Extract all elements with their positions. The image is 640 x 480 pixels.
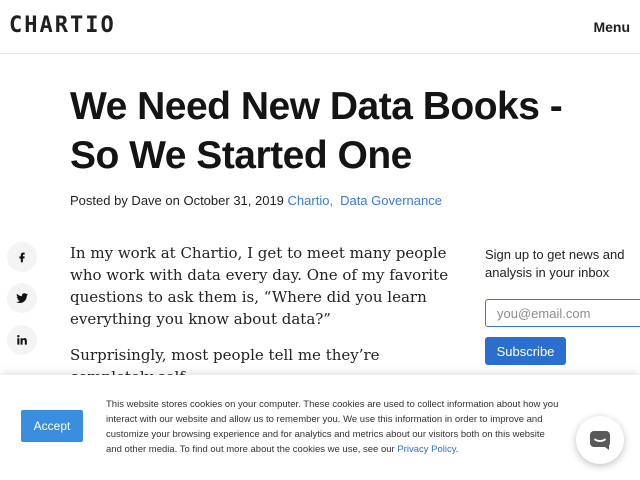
share-linkedin-button[interactable]	[7, 325, 37, 355]
chartio-logo[interactable]: CHARTIO	[9, 13, 116, 38]
category-link-data-governance[interactable]: Data Governance	[340, 193, 442, 208]
signup-prompt: Sign up to get news and analysis in your…	[485, 247, 625, 280]
accept-cookies-button[interactable]: Accept	[21, 410, 83, 442]
share-facebook-button[interactable]	[7, 242, 37, 272]
cookie-notice-body: This website stores cookies on your comp…	[106, 399, 559, 455]
share-twitter-button[interactable]	[7, 283, 37, 313]
category-separator: ,	[329, 193, 334, 208]
privacy-policy-link[interactable]: Privacy Policy	[397, 444, 455, 455]
article-paragraph: In my work at Chartio, I get to meet man…	[70, 244, 449, 328]
cookie-banner: Accept This website stores cookies on yo…	[0, 375, 640, 480]
menu-button[interactable]: Menu	[593, 19, 630, 35]
linkedin-icon	[17, 335, 27, 345]
chat-icon	[590, 431, 610, 450]
cookie-notice-text: This website stores cookies on your comp…	[106, 397, 561, 457]
site-header: CHARTIO Menu	[0, 0, 640, 54]
subscribe-button[interactable]: Subscribe	[485, 337, 566, 365]
article-meta: Posted by Dave on October 31, 2019 Chart…	[70, 193, 442, 208]
facebook-icon	[19, 252, 25, 263]
posted-by-text: Posted by Dave on October 31, 2019	[70, 193, 288, 208]
cookie-notice-end: .	[455, 444, 459, 455]
category-link-chartio[interactable]: Chartio	[288, 193, 330, 208]
chat-launcher-button[interactable]	[576, 416, 624, 464]
twitter-icon	[16, 293, 28, 304]
email-field[interactable]	[485, 299, 640, 327]
article-title: We Need New Data Books - So We Started O…	[70, 85, 563, 177]
